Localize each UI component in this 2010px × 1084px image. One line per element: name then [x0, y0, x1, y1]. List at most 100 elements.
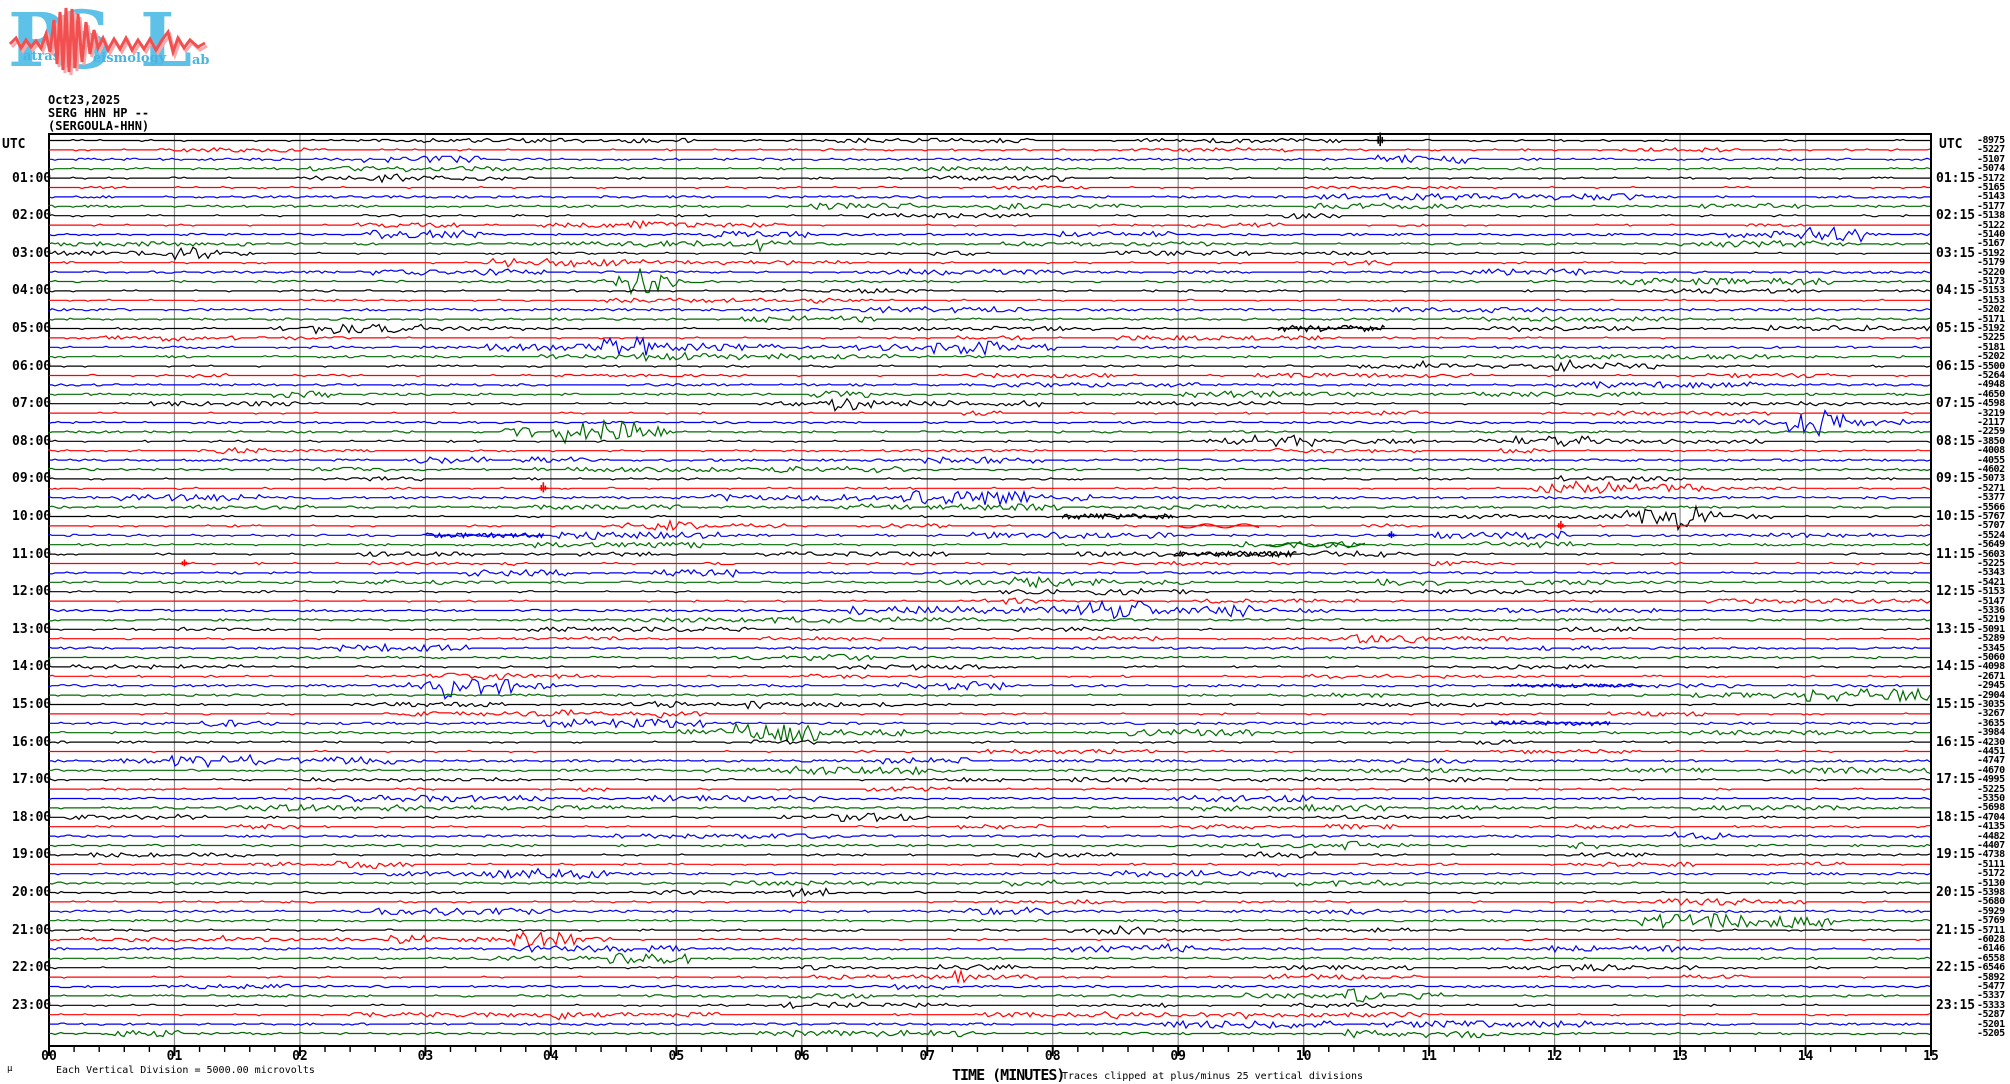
left-hour-label: 16:00	[12, 735, 51, 750]
seismo-trace-row-37	[49, 481, 1930, 493]
seismo-trace-row-21	[49, 336, 1930, 341]
seismo-trace-row-67	[49, 766, 1930, 774]
left-hour-label: 04:00	[12, 283, 51, 298]
minute-label: 04	[543, 1049, 559, 1064]
seismo-trace-row-39	[49, 504, 1930, 510]
seismo-trace-row-1	[49, 148, 1930, 152]
right-hour-label: 20:15	[1936, 885, 1975, 900]
seismo-trace-row-48	[49, 589, 1930, 595]
seismo-trace-row-8	[49, 214, 1930, 219]
seismo-trace-row-2	[49, 155, 1930, 163]
seismo-trace-row-14	[49, 269, 1930, 275]
seismo-trace-row-24	[49, 360, 1930, 371]
seismo-trace-row-71	[49, 805, 1930, 811]
seismo-trace-row-46	[49, 570, 1930, 577]
minute-label: 02	[292, 1049, 308, 1064]
minute-label: 07	[919, 1049, 935, 1064]
seismo-trace-row-11	[49, 240, 1930, 251]
seismo-trace-row-55	[49, 655, 1930, 661]
left-hour-label: 10:00	[12, 509, 51, 524]
right-hour-label: 18:15	[1936, 810, 1975, 825]
seismo-trace-row-86	[49, 944, 1930, 952]
left-hour-label: 11:00	[12, 547, 51, 562]
right-hour-label: 07:15	[1936, 396, 1975, 411]
minute-label: 05	[669, 1049, 685, 1064]
seismo-trace-row-83	[49, 914, 1930, 928]
minute-label: 11	[1421, 1049, 1437, 1064]
seismo-trace-row-44	[49, 551, 1930, 557]
seismo-trace-row-32	[49, 435, 1930, 446]
seismo-trace-row-63	[49, 724, 1930, 742]
left-hour-label: 23:00	[12, 998, 51, 1013]
right-hour-label: 05:15	[1936, 321, 1975, 336]
right-hour-label: 14:15	[1936, 659, 1975, 674]
right-hour-label: 15:15	[1936, 697, 1975, 712]
right-hour-label: 11:15	[1936, 547, 1975, 562]
minute-label: 01	[167, 1049, 183, 1064]
seismo-trace-row-4	[49, 174, 1930, 182]
left-hour-label: 22:00	[12, 960, 51, 975]
seismo-trace-row-35	[49, 467, 1930, 473]
minute-label: 03	[418, 1049, 434, 1064]
seismo-trace-row-56	[49, 665, 1930, 670]
seismo-trace-row-6	[49, 194, 1930, 200]
left-hour-label: 06:00	[12, 359, 51, 374]
left-hour-label: 09:00	[12, 471, 51, 486]
trace-offset-value: -5205	[1977, 1028, 2005, 1039]
left-hour-label: 08:00	[12, 434, 51, 449]
seismo-trace-row-66	[49, 755, 1930, 767]
seismo-trace-row-59	[49, 689, 1930, 701]
event-spike	[539, 482, 548, 492]
seismo-trace-row-26	[49, 382, 1930, 388]
left-hour-label: 03:00	[12, 246, 51, 261]
seismo-trace-row-22	[49, 337, 1930, 355]
left-hour-label: 14:00	[12, 659, 51, 674]
seismo-trace-row-57	[49, 673, 1930, 679]
seismo-trace-row-89	[49, 971, 1930, 982]
left-hour-label: 21:00	[12, 923, 51, 938]
right-hour-label: 12:15	[1936, 584, 1975, 599]
right-hour-label: 08:15	[1936, 434, 1975, 449]
seismo-trace-row-18	[49, 307, 1930, 313]
right-hour-label: 10:15	[1936, 509, 1975, 524]
seismo-trace-row-77	[49, 861, 1930, 868]
minute-label: 10	[1296, 1049, 1312, 1064]
left-hour-label: 13:00	[12, 622, 51, 637]
seismo-trace-row-62	[49, 719, 1930, 727]
seismo-trace-row-20	[49, 325, 1930, 334]
seismo-trace-row-52	[49, 627, 1930, 631]
seismo-trace-row-27	[49, 391, 1930, 397]
seismo-trace-row-7	[49, 203, 1930, 209]
minute-label: 06	[794, 1049, 810, 1064]
seismo-trace-row-75	[49, 842, 1930, 850]
minute-label: 15	[1923, 1049, 1939, 1064]
seismo-trace-row-85	[49, 933, 1930, 946]
seismo-trace-row-54	[49, 644, 1930, 651]
seismo-trace-row-94	[49, 1021, 1930, 1028]
minute-label: 14	[1798, 1049, 1814, 1064]
seismo-trace-row-17	[49, 298, 1930, 303]
seismo-trace-row-87	[49, 953, 1930, 963]
seismo-trace-row-51	[49, 617, 1930, 623]
seismo-trace-row-64	[49, 740, 1930, 744]
seismo-trace-row-81	[49, 899, 1930, 905]
seismo-trace-row-69	[49, 787, 1930, 791]
seismo-trace-row-10	[49, 228, 1930, 242]
left-hour-label: 20:00	[12, 885, 51, 900]
seismo-trace-row-29	[49, 411, 1930, 415]
seismo-trace-row-45	[49, 562, 1930, 566]
seismo-trace-row-19	[49, 316, 1930, 322]
left-hour-label: 05:00	[12, 321, 51, 336]
right-hour-label: 17:15	[1936, 772, 1975, 787]
minute-label: 08	[1045, 1049, 1061, 1064]
left-hour-label: 18:00	[12, 810, 51, 825]
right-hour-label: 16:15	[1936, 735, 1975, 750]
left-hour-label: 12:00	[12, 584, 51, 599]
seismo-trace-row-28	[49, 399, 1930, 411]
seismo-trace-row-42	[49, 531, 1930, 539]
seismo-trace-row-90	[49, 985, 1930, 990]
seismo-trace-row-16	[49, 289, 1930, 293]
seismo-trace-row-91	[49, 989, 1930, 1002]
right-hour-label: 03:15	[1936, 246, 1975, 261]
minute-label: 13	[1672, 1049, 1688, 1064]
